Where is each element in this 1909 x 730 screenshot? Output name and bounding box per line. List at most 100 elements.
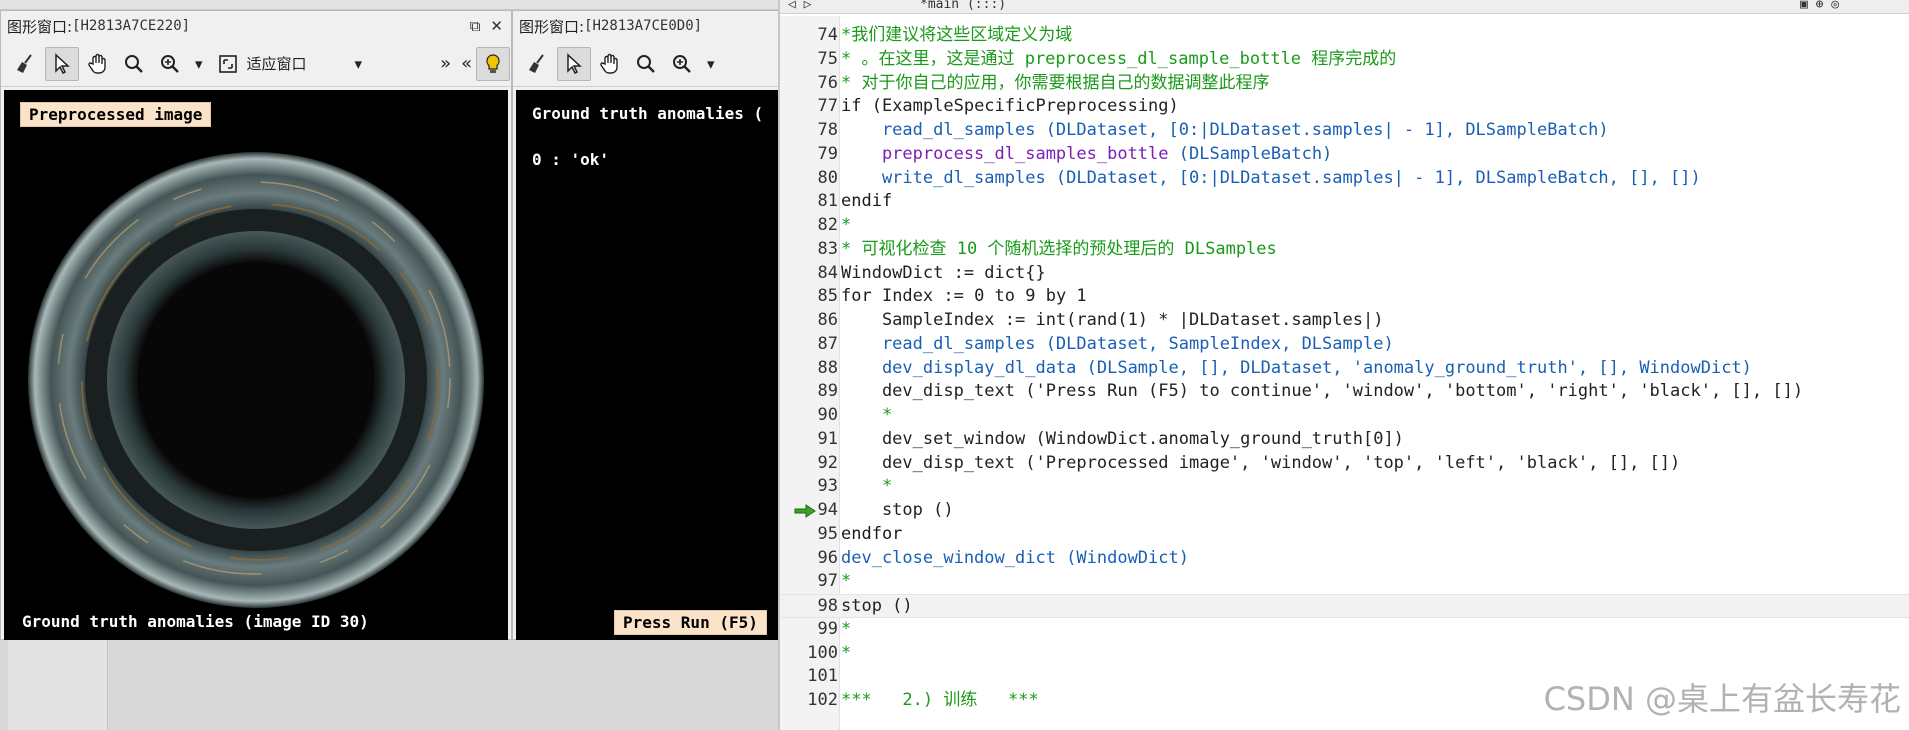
code-line[interactable]: 90 *: [780, 404, 1909, 428]
graphics-toolbar-right: ▾: [513, 41, 779, 87]
code-line[interactable]: 85 for Index := 0 to 9 by 1: [780, 285, 1909, 309]
fit-window-icon: [218, 54, 237, 73]
clear-broom-button[interactable]: [521, 47, 555, 81]
fit-window-label[interactable]: 适应窗口: [247, 53, 313, 74]
code-line[interactable]: 83 * 可视化检查 10 个随机选择的预处理后的 DLSamples: [780, 238, 1909, 262]
code-line[interactable]: 89 dev_disp_text ('Press Run (F5) to con…: [780, 380, 1909, 404]
code-line[interactable]: 84 WindowDict := dict{}: [780, 262, 1909, 286]
window-title-id: [H2813A7CE220]: [72, 18, 191, 34]
code-line[interactable]: 74 *我们建议将这些区域定义为域: [780, 24, 1909, 48]
graphics-window-left[interactable]: 图形窗口: [H2813A7CE220] ⧉ ✕ ▾ 适应窗口 ▾ » « Pr…: [0, 10, 512, 652]
select-pointer-button[interactable]: [45, 46, 79, 81]
code-token: *我们建议将这些区域定义为域: [841, 25, 1073, 45]
zoom-in-icon: [673, 54, 691, 73]
line-number: 86: [817, 310, 838, 330]
code-line[interactable]: 82 *: [780, 214, 1909, 238]
line-number: 78: [817, 120, 838, 140]
code-token: if: [841, 96, 872, 117]
code-token: * 对于你自己的应用，你需要根据自己的数据调整此程序: [841, 72, 1270, 93]
line-number: 90: [817, 405, 838, 425]
select-pointer-button[interactable]: [557, 46, 591, 81]
magnifier-icon: [637, 54, 655, 73]
line-code: *: [841, 214, 851, 238]
code-lines: 74 *我们建议将这些区域定义为域 75 * 。在这里，这是通过 preprocess…: [780, 24, 1909, 713]
code-line[interactable]: 100 *: [780, 642, 1909, 666]
code-token: read_dl_samples (DLDataset, [0:|DLDatase…: [841, 120, 1609, 140]
line-code: stop (): [841, 595, 913, 619]
procedure-selector[interactable]: *main (:::): [920, 0, 1006, 12]
line-code: dev_set_window (WindowDict.anomaly_groun…: [841, 428, 1404, 452]
image-canvas-right[interactable]: Ground truth anomalies ( 0 : 'ok' Press …: [516, 90, 778, 652]
line-number: 100: [807, 642, 838, 663]
program-editor[interactable]: ◁ ▷ *main (:::) ▣ ⊕ ◎ 74 *我们建议将这些区域定义为域 75…: [778, 0, 1909, 730]
code-line[interactable]: 94 stop (): [780, 499, 1909, 523]
code-line[interactable]: 92 dev_disp_text ('Preprocessed image', …: [780, 452, 1909, 476]
magnify-button[interactable]: [629, 47, 663, 81]
code-line[interactable]: 91 dev_set_window (WindowDict.anomaly_gr…: [780, 428, 1909, 452]
fit-window-icon-button[interactable]: [211, 47, 245, 81]
image-canvas-left[interactable]: Preprocessed image Ground truth anomalie…: [4, 90, 508, 652]
code-line[interactable]: 77 if (ExampleSpecificPreprocessing): [780, 95, 1909, 119]
editor-tools-icons[interactable]: ▣ ⊕ ◎: [1800, 0, 1839, 12]
line-number: 101: [807, 666, 838, 687]
code-line[interactable]: 99 *: [780, 618, 1909, 642]
pointer-icon: [55, 52, 70, 74]
code-line[interactable]: 79 preprocess_dl_samples_bottle (DLSampl…: [780, 143, 1909, 167]
code-token: SampleIndex := int(rand(1) * |DLDataset.…: [841, 310, 1384, 330]
line-number: 74: [817, 25, 838, 45]
window-title-prefix: 图形窗口:: [519, 17, 585, 36]
line-number: 84: [817, 262, 838, 283]
code-token: dev_display_dl_data (DLSample, [], DLDat…: [841, 357, 1752, 378]
code-line[interactable]: 96 dev_close_window_dict (WindowDict): [780, 547, 1909, 571]
code-line[interactable]: 76 * 对于你自己的应用，你需要根据自己的数据调整此程序: [780, 72, 1909, 96]
background-toolbar-strip: [0, 0, 780, 10]
graphics-window-right[interactable]: 图形窗口: [H2813A7CE0D0] ▾ Ground truth anom…: [512, 10, 780, 652]
zoom-in-button[interactable]: [665, 47, 699, 81]
window-title-bar[interactable]: 图形窗口: [H2813A7CE220] ⧉ ✕: [1, 11, 511, 41]
line-code: *: [841, 618, 851, 642]
collapse-toolbar-icon[interactable]: «: [459, 53, 474, 74]
close-window-icon[interactable]: ✕: [490, 17, 503, 35]
line-code: dev_disp_text ('Preprocessed image', 'wi…: [841, 452, 1680, 476]
zoom-dropdown-arrow[interactable]: ▾: [189, 55, 209, 73]
code-line[interactable]: 75 * 。在这里，这是通过 preprocess_dl_sample_bottl…: [780, 48, 1909, 72]
code-line[interactable]: 78 read_dl_samples (DLDataset, [0:|DLDat…: [780, 119, 1909, 143]
line-number: 95: [817, 523, 838, 544]
window-title-id: [H2813A7CE0D0]: [584, 18, 703, 34]
code-line[interactable]: 87 read_dl_samples (DLDataset, SampleInd…: [780, 333, 1909, 357]
pan-hand-button[interactable]: [593, 47, 627, 81]
tips-button[interactable]: [476, 46, 511, 81]
line-code: dev_close_window_dict (WindowDict): [841, 547, 1189, 571]
clear-broom-button[interactable]: [9, 47, 43, 81]
ground-truth-heading: Ground truth anomalies (: [532, 104, 764, 123]
zoom-dropdown-arrow[interactable]: ▾: [701, 55, 721, 73]
line-number: 91: [817, 428, 838, 449]
code-token: *: [841, 405, 893, 425]
nav-back-icon[interactable]: ◁ ▷: [788, 0, 811, 12]
code-line[interactable]: 93 *: [780, 475, 1909, 499]
code-line[interactable]: 86 SampleIndex := int(rand(1) * |DLDatas…: [780, 309, 1909, 333]
fit-window-dropdown-arrow[interactable]: ▾: [315, 55, 369, 73]
line-code: endfor: [841, 523, 902, 547]
code-line[interactable]: 81 endif: [780, 190, 1909, 214]
preprocessed-image-label: Preprocessed image: [20, 102, 212, 127]
magnify-button[interactable]: [117, 47, 151, 81]
code-line[interactable]: 95 endfor: [780, 523, 1909, 547]
restore-window-icon[interactable]: ⧉: [470, 17, 481, 35]
more-tools-icon[interactable]: »: [370, 53, 457, 74]
editor-header-bar: ◁ ▷ *main (:::) ▣ ⊕ ◎: [780, 0, 1909, 14]
code-area[interactable]: 74 *我们建议将这些区域定义为域 75 * 。在这里，这是通过 preprocess…: [780, 16, 1909, 730]
window-title-bar-right[interactable]: 图形窗口: [H2813A7CE0D0]: [513, 11, 779, 41]
code-line[interactable]: 88 dev_display_dl_data (DLSample, [], DL…: [780, 357, 1909, 381]
line-code: SampleIndex := int(rand(1) * |DLDataset.…: [841, 309, 1384, 333]
code-line[interactable]: 80 write_dl_samples (DLDataset, [0:|DLDa…: [780, 167, 1909, 191]
code-line[interactable]: 97 *: [780, 570, 1909, 594]
zoom-in-button[interactable]: [153, 47, 187, 81]
line-code: dev_disp_text ('Press Run (F5) to contin…: [841, 380, 1803, 404]
code-token: WindowDict := dict{}: [841, 262, 1046, 283]
line-number: 83: [817, 238, 838, 259]
code-line[interactable]: 98 stop (): [780, 594, 1909, 618]
line-number: 92: [817, 452, 838, 473]
code-token: for: [841, 286, 882, 307]
pan-hand-button[interactable]: [81, 47, 115, 81]
